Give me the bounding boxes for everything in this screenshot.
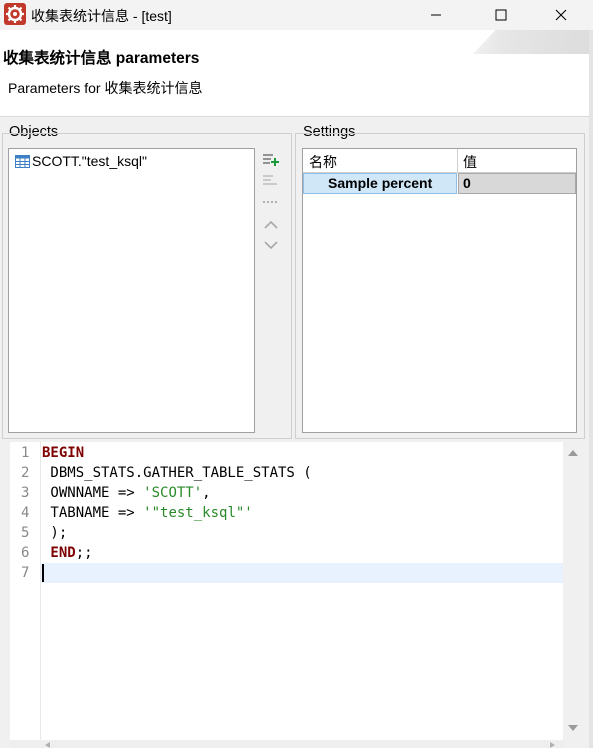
setting-value: 0 (463, 175, 471, 191)
window-title: 收集表统计信息 - [test] (31, 8, 172, 24)
scroll-right-icon[interactable] (548, 742, 556, 748)
current-line-highlight (41, 563, 563, 583)
column-header-value[interactable]: 值 (463, 152, 477, 172)
editor-horizontal-scrollbar[interactable] (10, 740, 563, 748)
configure-icon[interactable] (262, 195, 280, 209)
maximize-button[interactable] (478, 0, 524, 30)
sql-text: DBMS_STATS.GATHER_TABLE_STATS ( (42, 465, 312, 481)
window-edge (589, 30, 593, 748)
remove-icon[interactable] (262, 174, 280, 188)
scroll-down-icon[interactable] (567, 723, 579, 733)
sql-string: 'SCOTT' (143, 485, 203, 501)
minimize-button[interactable] (413, 0, 459, 30)
settings-table-header: 名称 值 (303, 149, 576, 173)
code-line[interactable]: DBMS_STATS.GATHER_TABLE_STATS ( (42, 465, 312, 481)
code-line[interactable]: ); (42, 525, 67, 541)
scroll-up-icon[interactable] (567, 448, 579, 458)
header-banner-decoration (473, 30, 593, 54)
line-number: 4 (21, 505, 30, 521)
code-line[interactable]: OWNNAME => 'SCOTT', (42, 485, 211, 501)
line-number: 6 (21, 545, 30, 561)
table-row[interactable]: Sample percent 0 (303, 173, 576, 195)
line-number-gutter: 1 2 3 4 5 6 7 (10, 442, 41, 740)
text-cursor (42, 564, 44, 582)
row-value-cell[interactable]: 0 (458, 173, 576, 194)
editor-vertical-scrollbar[interactable] (563, 442, 583, 740)
line-number: 7 (21, 565, 30, 581)
line-number: 5 (21, 525, 30, 541)
maximize-icon (495, 9, 507, 21)
sql-text: , (202, 485, 211, 501)
close-icon (555, 9, 567, 21)
sql-text: ;; (75, 545, 93, 561)
column-header-name[interactable]: 名称 (309, 152, 337, 172)
close-button[interactable] (538, 0, 584, 30)
add-icon[interactable] (262, 153, 280, 167)
code-line[interactable]: BEGIN (42, 445, 84, 461)
line-number: 1 (21, 445, 30, 461)
list-item[interactable]: SCOTT."test_ksql" (15, 153, 147, 169)
settings-table[interactable]: 名称 值 Sample percent 0 (302, 148, 577, 433)
app-gear-icon (4, 3, 26, 25)
code-line[interactable]: END;; (42, 545, 93, 561)
move-down-icon[interactable] (262, 238, 280, 252)
objects-list[interactable]: SCOTT."test_ksql" (8, 148, 255, 433)
object-name: SCOTT."test_ksql" (32, 153, 147, 169)
sql-text: OWNNAME => (42, 485, 144, 501)
sql-keyword: BEGIN (42, 445, 85, 461)
sql-string: '"test_ksql"' (143, 505, 253, 521)
line-number: 3 (21, 485, 30, 501)
title-bar: 收集表统计信息 - [test] (0, 0, 593, 30)
row-name-cell[interactable]: Sample percent (303, 173, 457, 194)
wizard-header: 收集表统计信息 parameters Parameters for 收集表统计信… (0, 30, 593, 117)
page-description: Parameters for 收集表统计信息 (8, 80, 203, 96)
column-divider (457, 149, 458, 172)
scroll-left-icon[interactable] (44, 742, 52, 748)
sql-text: ); (42, 525, 68, 541)
sql-editor[interactable]: 1 2 3 4 5 6 7 BEGIN DBMS_STATS.GATHER_TA… (10, 442, 563, 740)
code-line[interactable]: TABNAME => '"test_ksql"' (42, 505, 253, 521)
page-title: 收集表统计信息 parameters (3, 50, 200, 67)
sql-text: TABNAME => (42, 505, 144, 521)
minimize-icon (431, 14, 441, 16)
table-icon (15, 154, 30, 168)
setting-name: Sample percent (328, 175, 433, 191)
move-up-icon[interactable] (262, 218, 280, 232)
line-number: 2 (21, 465, 30, 481)
sql-keyword: END (42, 545, 76, 561)
